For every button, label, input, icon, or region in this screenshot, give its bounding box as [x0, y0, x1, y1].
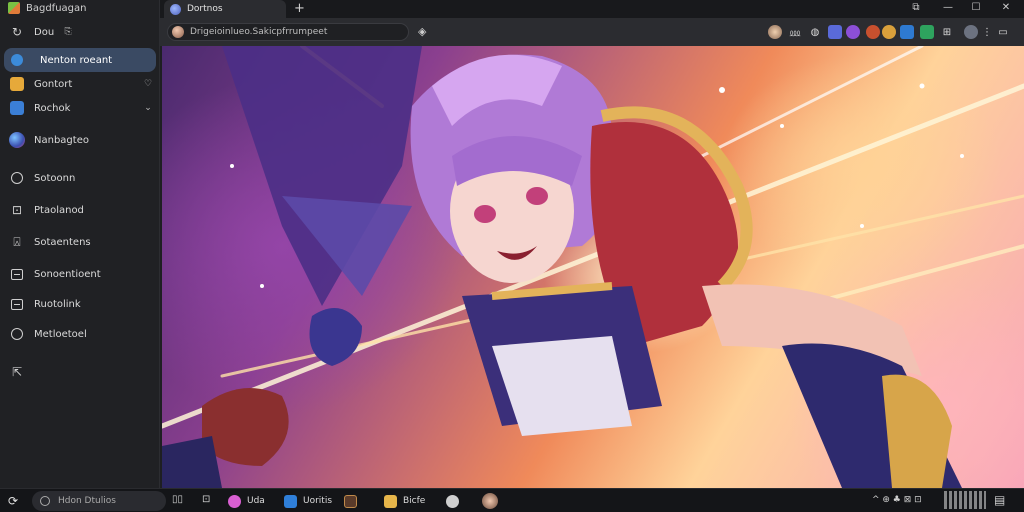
tab-title: Dortnos	[187, 4, 223, 14]
window-icon	[4, 268, 30, 280]
site-avatar-icon	[172, 26, 184, 38]
tag-icon: ⍓	[13, 234, 21, 249]
sidebar-item-ruotolink[interactable]: Ruotolink	[4, 292, 156, 316]
app-logo-icon	[8, 2, 20, 14]
taskbar-app-label: Bicfe	[403, 496, 426, 506]
taskbar-app-notes[interactable]	[344, 493, 357, 509]
system-tray[interactable]: ^ ⊕ ♣ ⊠ ⊡	[872, 495, 922, 505]
sidebar-item-rochok[interactable]: Rochok ⌄	[4, 96, 156, 120]
taskbar-app-avatar[interactable]	[482, 493, 498, 509]
taskbar-app-label: Uda	[247, 496, 265, 506]
globe-icon	[4, 132, 30, 148]
profile-icon[interactable]	[964, 25, 978, 39]
app-folder-icon	[384, 494, 397, 508]
sidebar-item-label: Sonoentioent	[34, 268, 101, 280]
sidebar-item-sotoonn[interactable]: Sotoonn	[4, 166, 156, 190]
app-title-text: Bagdfuagan	[26, 2, 87, 14]
clock-icon	[4, 328, 30, 340]
bolt-icon: ↻	[11, 25, 23, 39]
app-uda-icon	[228, 494, 241, 508]
extension-azure-icon[interactable]	[900, 25, 914, 39]
sidebar-item-gontort[interactable]: Gontort ♡	[4, 72, 156, 96]
sidebar-item-share[interactable]: ⇱	[4, 360, 156, 384]
taskbar-app-uda[interactable]: Uda	[228, 493, 265, 509]
sidebar-item-sotaentens[interactable]: ⍓ Sotaentens	[4, 230, 156, 254]
tab-bar: Dortnos + ⧉ — ☐ ✕	[160, 0, 1024, 18]
tab-active[interactable]: Dortnos	[164, 0, 286, 18]
address-bar[interactable]: Drigeioinlueo.Sakicpfrrumpeet	[167, 23, 409, 41]
share-icon: ⇱	[11, 365, 23, 379]
heart-icon[interactable]: ♡	[140, 79, 156, 89]
tab-favicon-icon	[170, 3, 181, 15]
pin-window-button[interactable]: ⧉	[904, 0, 928, 14]
app-title: Bagdfuagan	[8, 1, 86, 15]
widgets-icon[interactable]: ⊡	[202, 494, 210, 505]
taskbar-app-uoritis[interactable]: Uoritis	[284, 493, 332, 509]
maximize-button[interactable]: ☐	[964, 0, 988, 14]
extension-reader-icon[interactable]: ⅏	[788, 25, 802, 39]
sidebar-item-label: Rochok	[34, 102, 71, 114]
extension-blue-icon[interactable]	[828, 25, 842, 39]
address-bar-row: Drigeioinlueo.Sakicpfrrumpeet ◈ ⅏ ◍ ⊞ ⋮ …	[160, 18, 1024, 46]
extension-purple-icon[interactable]	[846, 25, 860, 39]
sidebar-item-label: Sotoonn	[34, 172, 76, 184]
extension-chat-icon[interactable]: ◍	[808, 25, 822, 39]
sidebar-item-nanbagteo[interactable]: Nanbagteo	[4, 128, 156, 152]
clock-text-icon[interactable]	[944, 491, 986, 509]
sidebar-toggle-icon[interactable]: ▭	[996, 25, 1010, 39]
app-avatar-icon	[482, 493, 498, 509]
search-icon	[40, 496, 50, 506]
sidebar-item-label: Sotaentens	[34, 236, 91, 248]
circle-icon	[4, 172, 30, 184]
artwork-illustration	[162, 46, 1024, 488]
app-uoritis-icon	[284, 494, 297, 508]
sidebar-item-ptaolanod[interactable]: ⊡ Ptaolanod	[4, 198, 156, 222]
minimize-button[interactable]: —	[936, 0, 960, 14]
extension-tools-icon[interactable]: ⊞	[940, 25, 954, 39]
taskbar-search[interactable]: Hdon Dtulios	[32, 491, 166, 511]
extension-gold-icon[interactable]	[882, 25, 896, 39]
compass-icon	[4, 54, 30, 66]
extension-green-icon[interactable]	[920, 25, 934, 39]
menu-icon[interactable]: ⋮	[980, 25, 994, 39]
sidebar-item-label: Dou	[34, 26, 55, 38]
new-tab-button[interactable]: +	[294, 1, 305, 16]
chevron-down-icon[interactable]: ⌄	[140, 103, 156, 113]
mail-icon	[4, 101, 30, 115]
taskbar-app-bicfe[interactable]: Bicfe	[384, 493, 425, 509]
start-icon[interactable]: ⟳	[8, 494, 18, 508]
app-notes-icon	[344, 494, 357, 508]
shield-icon[interactable]: ◈	[418, 25, 426, 38]
taskbar-search-text: Hdon Dtulios	[58, 496, 116, 506]
sidebar-item-metloetoel[interactable]: Metloetoel	[4, 322, 156, 346]
sidebar: Bagdfuagan ↻ Dou ⎘ Nenton roeant Gontort…	[0, 0, 160, 488]
taskbar-app-label: Uoritis	[303, 496, 333, 506]
cube-icon	[4, 77, 30, 91]
artwork-image	[162, 46, 1024, 488]
app-chat-icon	[446, 494, 459, 508]
sidebar-item-label: Ruotolink	[34, 298, 81, 310]
task-view-icon[interactable]: ▯▯	[172, 494, 183, 505]
sidebar-item-label: Nanbagteo	[34, 134, 89, 146]
sidebar-item-nenton-roeant[interactable]: Nenton roeant	[4, 48, 156, 72]
window-icon	[4, 298, 30, 310]
extension-orange-icon[interactable]	[866, 25, 880, 39]
sidebar-item-label: Ptaolanod	[34, 204, 84, 216]
address-url: Drigeioinlueo.Sakicpfrrumpeet	[190, 27, 328, 37]
sidebar-item-sonoentioent[interactable]: Sonoentioent	[4, 262, 156, 286]
taskbar-app-chat[interactable]	[446, 493, 459, 509]
sidebar-item-dou[interactable]: ↻ Dou ⎘	[4, 20, 156, 44]
sidebar-item-label: Gontort	[34, 78, 73, 90]
sidebar-item-label: Nenton roeant	[40, 54, 113, 66]
extension-avatar-icon[interactable]	[768, 25, 782, 39]
sidebar-item-label: Metloetoel	[34, 328, 87, 340]
copy-icon[interactable]: ⎘	[60, 27, 76, 37]
taskbar: ⟳ Hdon Dtulios ▯▯ ⊡ Uda Uoritis Bicfe ^ …	[0, 488, 1024, 512]
close-button[interactable]: ✕	[994, 0, 1018, 14]
book-icon: ⊡	[11, 203, 23, 217]
notifications-icon[interactable]: ▤	[994, 493, 1005, 507]
